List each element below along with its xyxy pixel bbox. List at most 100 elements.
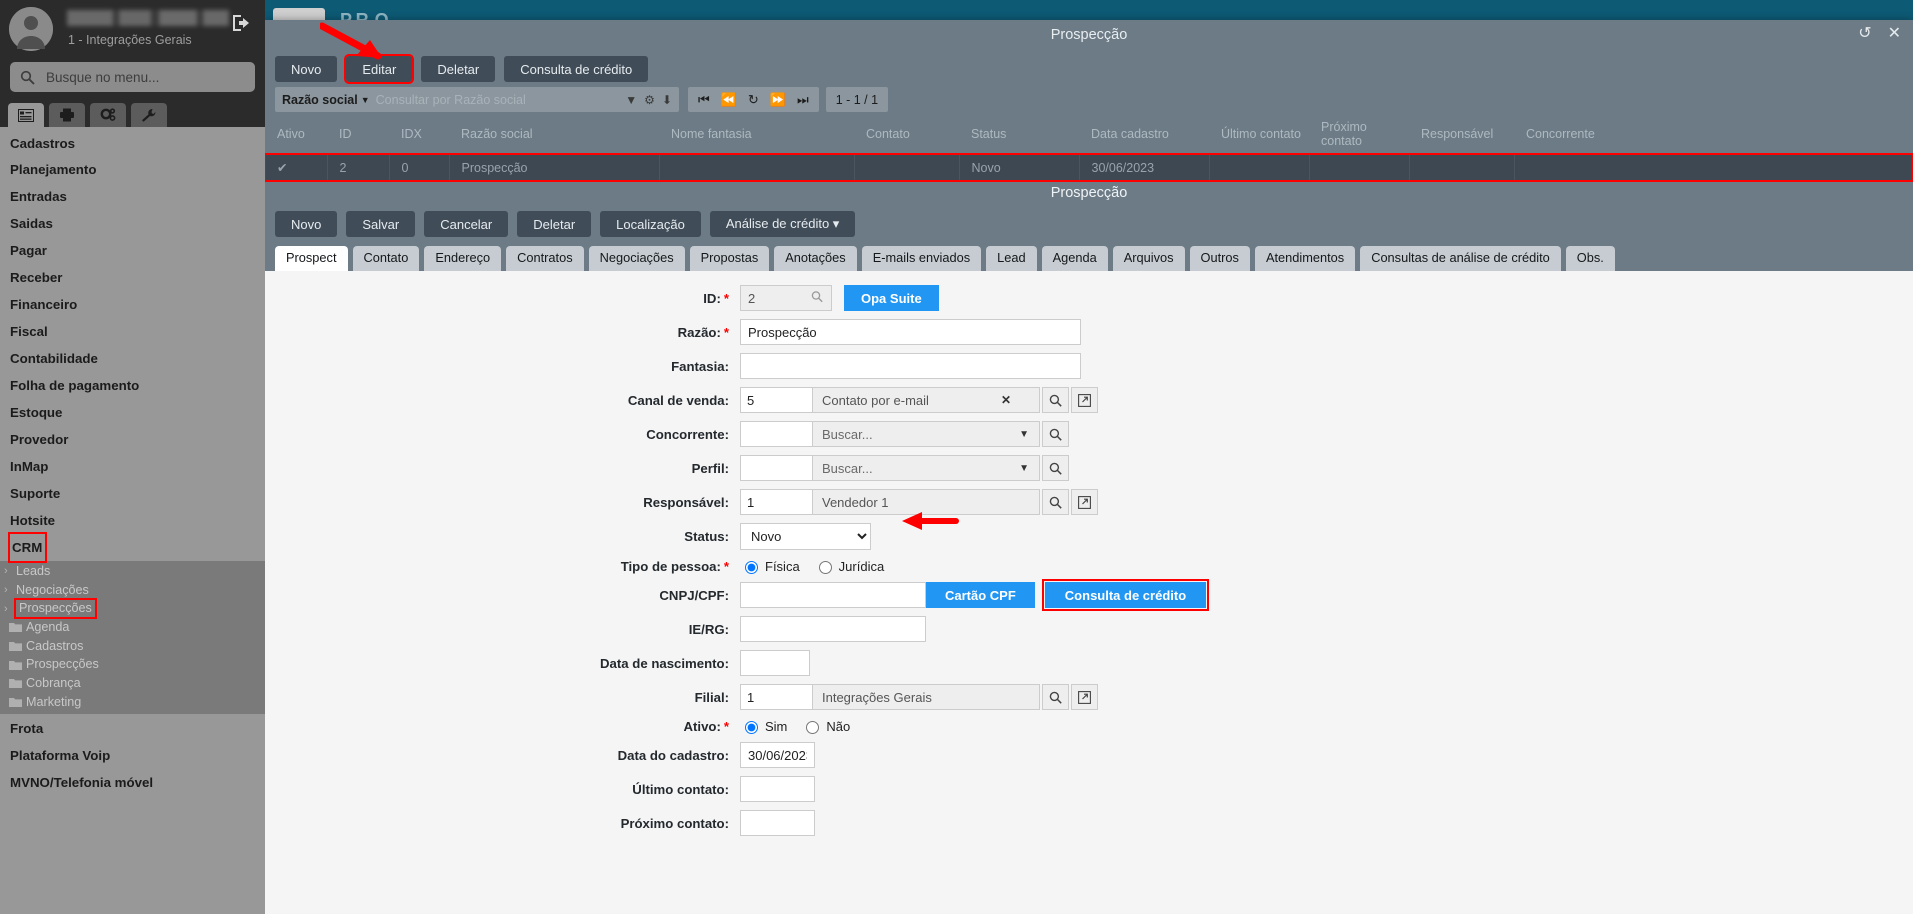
sidebar-item-contabilidade[interactable]: Contabilidade — [0, 346, 265, 373]
tab-prospect[interactable]: Prospect — [275, 246, 348, 272]
sidebar-item-suporte[interactable]: Suporte — [0, 480, 265, 507]
razao-input[interactable] — [740, 319, 1081, 346]
wrench-icon-tab[interactable] — [131, 103, 167, 127]
sidebar-item-cadastros[interactable]: Cadastros — [0, 130, 265, 157]
col-razao-social[interactable]: Razão social — [449, 116, 659, 154]
col-contato[interactable]: Contato — [854, 116, 959, 154]
gears-icon-tab[interactable] — [90, 103, 126, 127]
search-input[interactable] — [44, 68, 245, 86]
sidebar-item-saidas[interactable]: Saidas — [0, 211, 265, 238]
sidebar-item-mvno-telefonia-movel[interactable]: MVNO/Telefonia móvel — [0, 770, 265, 797]
ativo-nao-option[interactable]: Não — [801, 718, 850, 735]
chevron-down-icon[interactable]: ▼ — [625, 93, 637, 107]
col-ultimo-contato[interactable]: Último contato — [1209, 116, 1309, 154]
sidebar-item-folha-de-pagamento[interactable]: Folha de pagamento — [0, 373, 265, 400]
canal-de-venda-search-button[interactable] — [1042, 387, 1069, 414]
tab-atendimentos[interactable]: Atendimentos — [1254, 246, 1356, 272]
sidebar-item-inmap[interactable]: InMap — [0, 453, 265, 480]
ativo-nao-radio[interactable] — [806, 721, 820, 735]
form-novo-button[interactable]: Novo — [275, 211, 338, 237]
refresh-icon[interactable]: ↻ — [748, 92, 759, 108]
col-proximo-contato[interactable]: Próximo contato — [1309, 116, 1409, 154]
tab-contratos[interactable]: Contratos — [506, 246, 584, 272]
sidebar-item-plataforma-voip[interactable]: Plataforma Voip — [0, 743, 265, 770]
tab-consultas-de-analise-de-credito[interactable]: Consultas de análise de crédito — [1360, 246, 1561, 272]
sidebar-item-receber[interactable]: Receber — [0, 265, 265, 292]
tab-contato[interactable]: Contato — [352, 246, 420, 272]
concorrente-description[interactable]: Buscar... ▼ — [812, 421, 1040, 448]
status-select[interactable]: Novo — [740, 523, 871, 551]
form-localizacao-button[interactable]: Localização — [600, 211, 701, 237]
data-de-nascimento-input[interactable] — [740, 650, 810, 677]
cartao-cpf-button[interactable]: Cartão CPF — [926, 582, 1035, 609]
sidebar-item-fiscal[interactable]: Fiscal — [0, 319, 265, 346]
opa-suite-button[interactable]: Opa Suite — [844, 285, 939, 312]
tab-propostas[interactable]: Propostas — [689, 246, 770, 272]
logout-icon[interactable] — [231, 14, 251, 36]
clear-icon[interactable]: ✕ — [1001, 393, 1011, 407]
consulta-de-credito-button[interactable]: Consulta de crédito — [504, 56, 649, 82]
chevron-down-icon[interactable]: ▼ — [1019, 429, 1029, 440]
editar-button[interactable]: Editar — [344, 54, 415, 84]
col-responsavel[interactable]: Responsável — [1409, 116, 1514, 154]
sidebar-subitem-leads[interactable]: › Leads — [0, 562, 265, 581]
download-icon[interactable]: ⬇ — [662, 93, 672, 107]
menu-list-icon-tab[interactable] — [8, 103, 44, 127]
cnpj-cpf-input[interactable] — [740, 582, 926, 609]
filter-field-label[interactable]: Razão social — [282, 93, 358, 107]
concorrente-code-input[interactable] — [740, 421, 812, 448]
sidebar-subitem-agenda[interactable]: Agenda — [0, 618, 265, 637]
novo-button[interactable]: Novo — [275, 56, 338, 82]
sidebar-subitem-prospeccoes-folder[interactable]: Prospecções — [0, 655, 265, 674]
tab-agenda[interactable]: Agenda — [1041, 246, 1108, 272]
ativo-sim-option[interactable]: Sim — [740, 718, 787, 735]
ultimo-contato-input[interactable] — [740, 776, 815, 803]
gears-icon[interactable]: ⚙ — [644, 93, 655, 107]
sidebar-subitem-cadastros[interactable]: Cadastros — [0, 637, 265, 656]
next-page-icon[interactable]: ⏩ — [770, 92, 786, 108]
table-row[interactable]: ✔ 2 0 Prospecção Novo 30/06/2023 — [265, 152, 1913, 182]
canal-de-venda-open-button[interactable] — [1071, 387, 1098, 414]
form-salvar-button[interactable]: Salvar — [346, 211, 416, 237]
printer-icon-tab[interactable] — [49, 103, 85, 127]
form-analise-de-credito-dropdown[interactable]: Análise de crédito ▾ — [709, 211, 856, 237]
tab-arquivos[interactable]: Arquivos — [1112, 246, 1185, 272]
sidebar-subitem-negociacoes[interactable]: › Negociações — [0, 581, 265, 600]
tab-anotacoes[interactable]: Anotações — [774, 246, 857, 272]
tab-emails-enviados[interactable]: E-mails enviados — [861, 246, 982, 272]
form-deletar-button[interactable]: Deletar — [517, 211, 592, 237]
data-do-cadastro-input[interactable] — [740, 742, 815, 769]
tipo-pessoa-fisica-radio[interactable] — [745, 561, 758, 575]
proximo-contato-input[interactable] — [740, 810, 815, 837]
chevron-down-icon[interactable]: ▼ — [1019, 463, 1029, 474]
tipo-pessoa-juridica-radio[interactable] — [818, 561, 832, 575]
last-page-icon[interactable]: ⏭ — [797, 92, 809, 108]
responsavel-code-input[interactable] — [740, 489, 812, 516]
sidebar-item-pagar[interactable]: Pagar — [0, 238, 265, 265]
concorrente-search-button[interactable] — [1042, 421, 1069, 448]
tab-endereco[interactable]: Endereço — [424, 246, 502, 272]
perfil-search-button[interactable] — [1042, 455, 1069, 482]
restore-icon[interactable]: ↺ — [1858, 26, 1871, 42]
sidebar-subitem-cobranca[interactable]: Cobrança — [0, 674, 265, 693]
tab-obs[interactable]: Obs. — [1565, 246, 1615, 272]
responsavel-open-button[interactable] — [1071, 489, 1098, 516]
sidebar-item-hotsite[interactable]: Hotsite — [0, 507, 265, 534]
consulta-de-credito-button[interactable]: Consulta de crédito — [1041, 579, 1210, 612]
sidebar-item-financeiro[interactable]: Financeiro — [0, 292, 265, 319]
canal-de-venda-code-input[interactable] — [740, 387, 812, 414]
sidebar-item-crm[interactable]: CRM — [7, 532, 48, 564]
chevron-down-icon[interactable]: ▼ — [361, 95, 370, 105]
sidebar-subitem-prospeccoes[interactable]: › Prospecções — [0, 598, 265, 620]
tipo-pessoa-juridica-option[interactable]: Jurídica — [814, 558, 884, 575]
filter-input-group[interactable]: Razão social ▼ Consultar por Razão socia… — [275, 87, 679, 112]
tipo-pessoa-fisica-option[interactable]: Física — [740, 558, 800, 575]
col-ativo[interactable]: Ativo — [265, 116, 327, 154]
sidebar-item-planejamento[interactable]: Planejamento — [0, 157, 265, 184]
col-status[interactable]: Status — [959, 116, 1079, 154]
sidebar-item-provedor[interactable]: Provedor — [0, 426, 265, 453]
filial-code-input[interactable] — [740, 684, 812, 711]
responsavel-search-button[interactable] — [1042, 489, 1069, 516]
first-page-icon[interactable]: ⏮ — [698, 92, 710, 108]
menu-search[interactable] — [10, 62, 255, 92]
